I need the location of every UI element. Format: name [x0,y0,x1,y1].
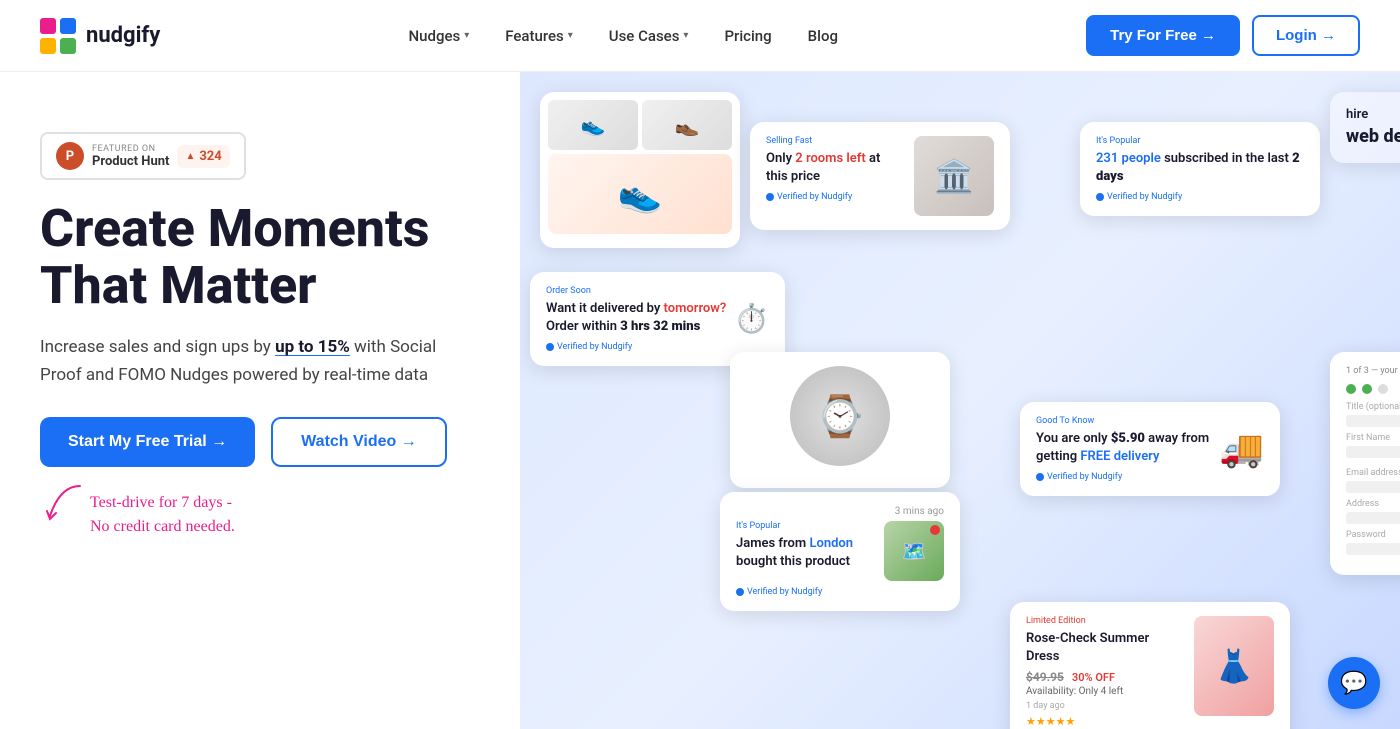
nudge-card-rooms: Selling Fast Only 2 rooms left at this p… [750,122,1010,230]
james-map: 🗺️ [884,521,944,581]
logo[interactable]: nudgify [40,18,160,54]
form-field-address [1346,512,1400,524]
nav-nudges-chevron: ▾ [464,30,469,41]
rooms-label: Selling Fast [766,136,904,146]
james-verified: Verified by Nudgify [736,587,944,597]
nav-use-cases-chevron: ▾ [683,30,688,41]
popular-sub-main: 231 people subscribed in the last 2 days [1096,150,1304,186]
nudge-card-free-delivery: Good To Know You are only $5.90 away fro… [1020,402,1280,496]
james-label: It's Popular [736,521,874,531]
james-main: James from London bought this product [736,535,874,571]
popular-sub-verified: Verified by Nudgify [1096,192,1304,202]
form-field-label-6: Password [1346,530,1400,540]
nav-features[interactable]: Features ▾ [491,19,587,53]
handwritten-arrow [40,481,85,521]
chat-icon: 💬 [1340,671,1367,696]
delivery-main: Want it delivered by tomorrow?Order with… [546,300,726,336]
watch-video-button[interactable]: Watch Video → [271,417,447,467]
hero-title: Create Moments That Matter [40,200,480,314]
logo-text: nudgify [86,23,160,48]
form-field-label-2: First Name [1346,433,1400,443]
clock-icon: ⏱️ [734,302,769,335]
web-designer-text: hireweb designer [1346,106,1400,149]
delivery-label: Order Soon [546,286,769,296]
form-step-label: 1 of 3 — your details [1346,366,1400,376]
header: nudgify Nudges ▾ Features ▾ Use Cases ▾ … [0,0,1400,72]
dress-image: 👗 [1194,616,1274,716]
chat-button[interactable]: 💬 [1328,657,1380,709]
main-nav: Nudges ▾ Features ▾ Use Cases ▾ Pricing … [395,19,852,53]
step-2 [1362,384,1372,394]
main-content: P FEATURED ON Product Hunt ▲ 324 Create … [0,72,1400,729]
logo-icon [40,18,76,54]
form-field-title [1346,415,1400,427]
shoe-main-image: 👟 [548,154,732,234]
nudge-card-web-designer: hireweb designer [1330,92,1400,163]
dress-time: 1 day ago [1026,701,1184,711]
watch-image: ⌚ [790,366,890,466]
form-field-label-5: Address [1346,499,1400,509]
product-hunt-badge[interactable]: P FEATURED ON Product Hunt ▲ 324 [40,132,246,180]
nudge-card-form: 1 of 3 — your details Title (optional) F… [1330,352,1400,575]
nudge-card-james: 3 mins ago It's Popular James from Londo… [720,492,960,611]
rooms-verified: Verified by Nudgify [766,192,904,202]
step-3 [1378,384,1388,394]
header-cta-group: Try For Free → Login → [1086,15,1360,56]
form-field-email [1346,481,1400,493]
form-field-password [1346,543,1400,555]
nudge-card-watch: ⌚ [730,352,950,488]
james-time: 3 mins ago [736,506,944,517]
cta-group: Start My Free Trial → Watch Video → [40,417,480,467]
form-field-label-4: Email address [1346,468,1400,478]
dress-title: Rose-Check Summer Dress [1026,630,1184,666]
nav-nudges[interactable]: Nudges ▾ [395,19,484,53]
free-delivery-main: You are only $5.90 away from getting FRE… [1036,430,1209,466]
handwritten-note: Test-drive for 7 days - No credit card n… [40,491,480,539]
popular-sub-label: It's Popular [1096,136,1304,146]
hero-subtitle: Increase sales and sign ups by up to 15%… [40,334,480,388]
rooms-main: Only 2 rooms left at this price [766,150,904,186]
hero-right: 👟 👞 👟 Order Soon Want it delivered by to… [520,72,1400,729]
free-delivery-verified: Verified by Nudgify [1036,472,1209,482]
nav-use-cases[interactable]: Use Cases ▾ [595,19,703,53]
shoe-thumb-2: 👞 [642,100,732,150]
truck-icon: 🚚 [1219,428,1264,470]
rooms-image: 🏛️ [914,136,994,216]
nav-pricing[interactable]: Pricing [710,19,785,53]
start-free-trial-button[interactable]: Start My Free Trial → [40,417,255,467]
dress-pricing: $49.95 30% OFF [1026,670,1184,684]
nav-blog[interactable]: Blog [794,19,852,53]
form-field-label-1: Title (optional) [1346,402,1400,412]
nudge-card-shoes: 👟 👞 👟 [540,92,740,248]
nudge-card-dress: Limited Edition Rose-Check Summer Dress … [1010,602,1290,729]
step-1 [1346,384,1356,394]
nav-features-chevron: ▾ [568,30,573,41]
hero-left: P FEATURED ON Product Hunt ▲ 324 Create … [0,72,520,729]
login-button[interactable]: Login → [1252,15,1360,56]
product-hunt-text: FEATURED ON Product Hunt [92,144,169,169]
try-for-free-button[interactable]: Try For Free → [1086,15,1240,56]
product-hunt-votes: ▲ 324 [177,145,229,168]
form-progress [1346,384,1400,394]
dress-label: Limited Edition [1026,616,1184,626]
dress-stars: ★★★★★ [1026,715,1184,728]
form-field-firstname [1346,446,1400,458]
delivery-verified: Verified by Nudgify [546,342,769,352]
dress-availability: Availability: Only 4 left [1026,686,1184,697]
nudge-card-popular-sub: It's Popular 231 people subscribed in th… [1080,122,1320,216]
product-hunt-logo: P [56,142,84,170]
shoe-thumb-1: 👟 [548,100,638,150]
free-delivery-label: Good To Know [1036,416,1209,426]
